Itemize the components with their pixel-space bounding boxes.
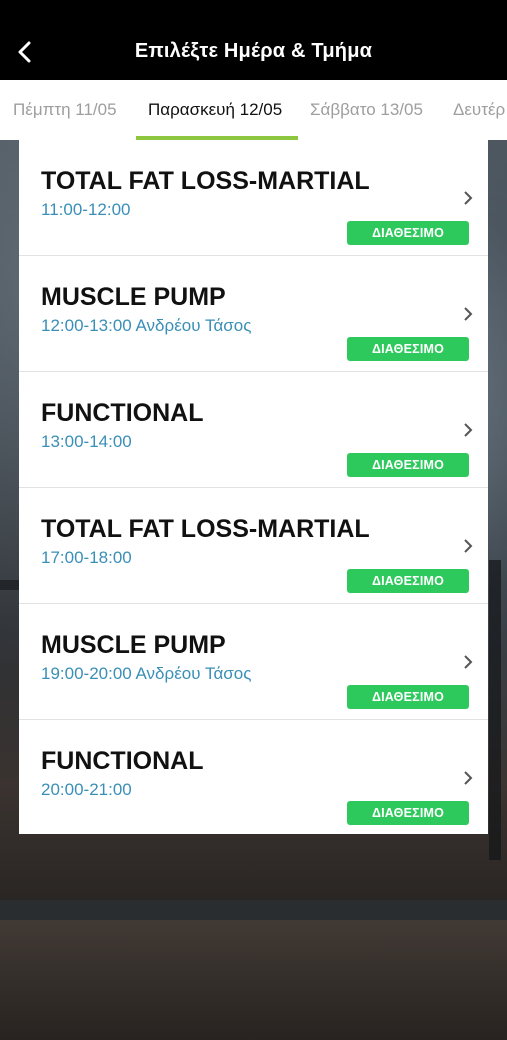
status-badge: ΔΙΑΘΕΣΙΜΟ: [347, 801, 469, 825]
class-time: 13:00-14:00: [41, 432, 132, 451]
class-title: TOTAL FAT LOSS-MARTIAL: [41, 515, 370, 543]
class-card[interactable]: MUSCLE PUMP 12:00-13:00 Ανδρέου Τάσος ΔΙ…: [19, 256, 488, 372]
class-time: 11:00-12:00: [41, 200, 131, 219]
chevron-right-icon: [464, 539, 473, 553]
background-floor: [0, 920, 507, 1040]
status-badge: ΔΙΑΘΕΣΙΜΟ: [347, 337, 469, 361]
class-title: FUNCTIONAL: [41, 399, 204, 427]
status-badge: ΔΙΑΘΕΣΙΜΟ: [347, 221, 469, 245]
class-title: MUSCLE PUMP: [41, 631, 226, 659]
class-card[interactable]: MUSCLE PUMP 19:00-20:00 Ανδρέου Τάσος ΔΙ…: [19, 604, 488, 720]
class-title: MUSCLE PUMP: [41, 283, 226, 311]
page-title: Επιλέξτε Ημέρα & Τμήμα: [134, 40, 373, 62]
tab-friday[interactable]: Παρασκευή 12/05: [148, 100, 282, 120]
chevron-right-icon: [464, 307, 473, 321]
class-card[interactable]: FUNCTIONAL 20:00-21:00 ΔΙΑΘΕΣΙΜΟ: [19, 720, 488, 834]
tab-monday[interactable]: Δευτέρ: [453, 100, 505, 120]
chevron-right-icon: [464, 771, 473, 785]
app-header: Επιλέξτε Ημέρα & Τμήμα: [0, 0, 507, 80]
class-time: 12:00-13:00 Ανδρέου Τάσος: [41, 316, 252, 335]
class-time: 19:00-20:00 Ανδρέου Τάσος: [41, 664, 252, 683]
status-badge: ΔΙΑΘΕΣΙΜΟ: [347, 453, 469, 477]
chevron-right-icon: [464, 423, 473, 437]
status-badge: ΔΙΑΘΕΣΙΜΟ: [347, 685, 469, 709]
class-time: 17:00-18:00: [41, 548, 132, 567]
class-card[interactable]: FUNCTIONAL 13:00-14:00 ΔΙΑΘΕΣΙΜΟ: [19, 372, 488, 488]
day-tabs: Πέμπτη 11/05 Παρασκευή 12/05 Σάββατο 13/…: [0, 80, 507, 140]
class-list: TOTAL FAT LOSS-MARTIAL 11:00-12:00 ΔΙΑΘΕ…: [19, 140, 488, 834]
class-time: 20:00-21:00: [41, 780, 132, 799]
background-rack: [489, 560, 501, 860]
tab-saturday[interactable]: Σάββατο 13/05: [310, 100, 423, 120]
tab-thursday[interactable]: Πέμπτη 11/05: [13, 100, 117, 120]
class-card[interactable]: TOTAL FAT LOSS-MARTIAL 17:00-18:00 ΔΙΑΘΕ…: [19, 488, 488, 604]
class-title: FUNCTIONAL: [41, 747, 204, 775]
chevron-right-icon: [464, 191, 473, 205]
background-bar: [0, 580, 20, 590]
status-badge: ΔΙΑΘΕΣΙΜΟ: [347, 569, 469, 593]
class-title: TOTAL FAT LOSS-MARTIAL: [41, 167, 370, 195]
class-card[interactable]: TOTAL FAT LOSS-MARTIAL 11:00-12:00 ΔΙΑΘΕ…: [19, 140, 488, 256]
chevron-right-icon: [464, 655, 473, 669]
